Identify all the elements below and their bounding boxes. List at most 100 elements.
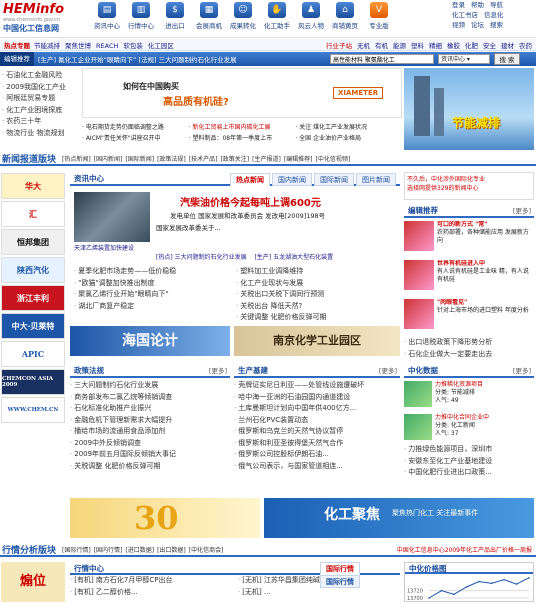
list-item[interactable]: 石化企业做大一定要走出去 <box>404 349 534 361</box>
list-item[interactable]: 关键调整 化肥价格反弹可期 <box>236 312 400 324</box>
list-item[interactable]: 俄罗斯公司控股标伊朗石油... <box>234 449 400 461</box>
silicone-banner[interactable]: 如何在中国购买 高品质有机硅? XIAMETER <box>82 68 402 118</box>
header-link[interactable]: 登录 <box>452 1 465 9</box>
list-item[interactable]: 俄气公司表示，与国家管道相连... <box>234 461 400 473</box>
nav-item-4[interactable]: ☺ 成果转化 <box>226 2 260 30</box>
section-tab[interactable]: [政策法规] <box>157 156 186 163</box>
list-item[interactable]: 兰州石化PVC装置动态 <box>234 415 400 427</box>
more-link[interactable]: [更多] <box>209 364 227 378</box>
list-item[interactable]: 2009年前五月国际反倾销大事记 <box>70 449 230 461</box>
promo-right[interactable]: 南京化学工业园区 <box>234 326 400 356</box>
header-link[interactable]: 化工书店 <box>452 11 478 19</box>
list-item[interactable]: 关税出口关税下调同行预测 <box>236 289 400 301</box>
header-link[interactable]: 导航 <box>490 1 503 9</box>
industry-link[interactable]: 有机 <box>375 42 388 50</box>
industry-link[interactable]: 建材 <box>501 42 514 50</box>
list-item[interactable]: 俄罗斯和利亚圣彼得堡天然气合作 <box>234 438 400 450</box>
list-item[interactable]: 聚氯乙烯行业开始"眼睛向下" <box>74 289 224 301</box>
news-strip-item[interactable]: · 塑料制品：08年第一季度上市 <box>189 133 296 144</box>
sponsor-logo[interactable]: 陕西汽化 <box>1 257 65 283</box>
section-tab[interactable]: [国内新闻] <box>94 156 123 163</box>
site-logo[interactable]: HEMinfo www.chemsinfo.gov.cn 中国化工信息网 <box>3 2 79 35</box>
header-link[interactable]: 搜索 <box>490 21 503 29</box>
market-tab[interactable]: [进口数据] <box>125 547 154 554</box>
nav-item-1[interactable]: ▥ 行情中心 <box>124 2 158 30</box>
nav-item-5[interactable]: ✋ 化工助手 <box>260 2 294 30</box>
list-item[interactable]: 出口退税政策下降形势分析 <box>404 337 534 349</box>
topic-item[interactable]: 农药三十年 <box>2 116 78 128</box>
market-tab[interactable]: [中化信商会] <box>189 547 224 554</box>
market-center-tab[interactable]: 国际行情 <box>320 562 360 575</box>
sponsor-logo[interactable]: 中大·贝莱特 <box>1 313 65 339</box>
industry-link[interactable]: 塑料 <box>411 42 424 50</box>
list-item[interactable]: 壳牌证实尼日利亚——处管线设施遭破坏 <box>234 380 400 392</box>
section-tab[interactable]: [中化信视频] <box>316 156 351 163</box>
list-item[interactable]: 金融危机下管理新需求大幅提升 <box>70 415 230 427</box>
section-tab[interactable]: [热点新闻] <box>62 156 91 163</box>
market-tab[interactable]: [出口数据] <box>157 547 186 554</box>
list-item[interactable]: [有机] 南方石化7月甲醇CP出台 <box>70 575 230 587</box>
topic-item[interactable]: 化工产业困境探底 <box>2 105 78 117</box>
section-tab[interactable]: [政策关注] <box>220 156 249 163</box>
list-item[interactable]: 关税调整 化肥价格反弹可期 <box>70 461 230 473</box>
list-item[interactable]: 关税出台 降低天然? <box>236 301 400 313</box>
list-item[interactable]: [无机] ... <box>238 587 398 599</box>
industry-link[interactable]: 精细 <box>429 42 442 50</box>
right-ad[interactable]: 不久后，中化涉外国际化专业 选择网提供329的新闻中心 <box>404 172 534 200</box>
section-tab[interactable]: [技术产品] <box>189 156 218 163</box>
section-tab[interactable]: [编辑推荐] <box>284 156 313 163</box>
nav-item-3[interactable]: ▦ 会展商机 <box>192 2 226 30</box>
sponsor-logo[interactable]: WWW.CHEM.CN <box>1 397 65 423</box>
list-item[interactable]: 商务部发布二氯乙烷等倾销调查 <box>70 392 230 404</box>
editor-item[interactable]: 世界有机硅进入中 有人说有机硅是工业味 精，有人说有机硅 <box>404 260 534 296</box>
sponsor-logo[interactable]: 恒邦集团 <box>1 229 65 255</box>
editor-item[interactable]: 可口的新方式 "常" 农药部署，各种储能应用 发展新方向 <box>404 221 534 257</box>
industry-link[interactable]: 农药 <box>519 42 532 50</box>
news-strip-item[interactable]: · AICM"责任关怀"讲座召开中 <box>82 133 189 144</box>
section-tab[interactable]: [国际新闻] <box>125 156 154 163</box>
header-link[interactable]: 信息化 <box>484 11 504 19</box>
list-item[interactable]: [有机] 乙二醇价格... <box>70 587 230 599</box>
topic-item[interactable]: 2009我国化工产业 <box>2 82 78 94</box>
market-center-tab[interactable]: 国际行情 <box>320 575 360 588</box>
news-tab[interactable]: 图片新闻 <box>356 173 396 186</box>
topic-item[interactable]: 阿根廷贸易专题 <box>2 93 78 105</box>
header-link[interactable]: 帮助 <box>471 1 484 9</box>
search-button[interactable]: 搜 索 <box>494 53 520 65</box>
list-item[interactable]: 中国化肥行业进出口政策... <box>404 467 534 479</box>
ticker-item[interactable]: [生产] 五龙湖油大型石化装置 <box>255 252 334 261</box>
header-link[interactable]: 论坛 <box>471 21 484 29</box>
list-item[interactable]: 力推绿色能源项目，深圳市 <box>404 444 534 456</box>
list-item[interactable]: 俄罗斯和乌克兰的天然气协议暂停 <box>234 426 400 438</box>
list-item[interactable]: 安徽东至化工产业基地建设 <box>404 456 534 468</box>
section-tab[interactable]: [生产报道] <box>252 156 281 163</box>
search-scope-select[interactable]: 资讯中心 ▾ <box>438 54 490 64</box>
hot-topic-link[interactable]: 聚焦世博 <box>65 42 91 50</box>
list-item[interactable]: 土库曼斯坦计划向中国年供400亿方... <box>234 403 400 415</box>
ticker-item[interactable]: [热点] 三大问题制约石化行业发展 <box>156 252 247 261</box>
market-tab[interactable]: [国内行情] <box>94 547 123 554</box>
sponsor-logo[interactable]: APIC <box>1 341 65 367</box>
industry-link[interactable]: 无机 <box>357 42 370 50</box>
banner-30[interactable]: 30 <box>70 498 260 538</box>
nav-item-8[interactable]: V 专业版 <box>362 2 396 30</box>
list-item[interactable]: 塑料加工业调降维持 <box>236 266 400 278</box>
list-item[interactable]: "欧猫"调整加快推出制度 <box>74 278 224 290</box>
chem-data-item[interactable]: 力推中化合同企业中 分类: 化工新闻 人气: 37 <box>404 414 534 444</box>
list-item[interactable]: 夏季化肥市场走势——低价稳稳 <box>74 266 224 278</box>
hot-topic-link[interactable]: 软包装 <box>123 42 143 50</box>
list-item[interactable]: 播给市场的流通用食品添加剂 <box>70 426 230 438</box>
promo-left[interactable]: 海国论计 <box>70 326 230 356</box>
chem-focus-banner[interactable]: 化工聚焦 聚焦热门化工 关注最新事件 <box>264 498 534 538</box>
news-tab[interactable]: 热点新闻 <box>230 173 270 186</box>
header-link[interactable]: 视频 <box>452 21 465 29</box>
news-tab[interactable]: 国际新闻 <box>314 173 354 186</box>
industry-link[interactable]: 能源 <box>393 42 406 50</box>
nav-item-6[interactable]: ♟ 风云人物 <box>294 2 328 30</box>
news-tab[interactable]: 国内新闻 <box>272 173 312 186</box>
topic-item[interactable]: 石油化工金融风险 <box>2 70 78 82</box>
news-strip-item[interactable]: · 电石期货走势仍面临调整之路 <box>82 122 189 133</box>
list-item[interactable]: 化工产业现状与发展 <box>236 278 400 290</box>
news-strip-item[interactable]: · 关注 煤化工产业发展状况 <box>295 122 402 133</box>
photo-caption[interactable]: 天津乙烯装置加快建设 <box>74 243 134 252</box>
